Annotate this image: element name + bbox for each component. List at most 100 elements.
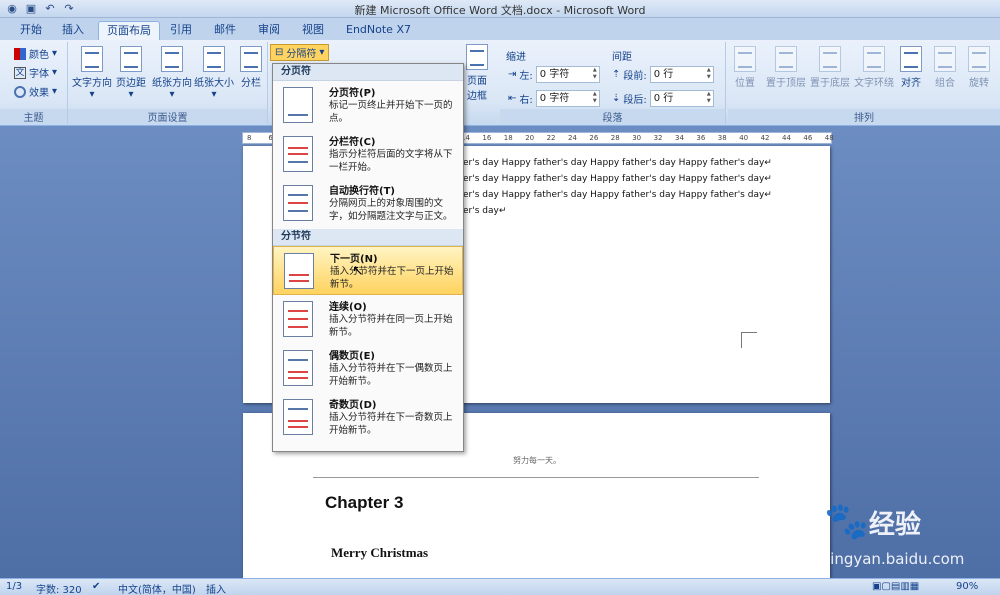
menu-item-desc: 指示分栏符后面的文字将从下一栏开始。 (329, 149, 453, 173)
tab-insert[interactable]: 插入 (54, 21, 92, 40)
tab-home[interactable]: 开始 (12, 21, 50, 40)
menu-item-even-page[interactable]: 偶数页(E) 插入分节符并在下一偶数页上开始新节。 (273, 344, 463, 393)
orientation-label: 纸张方向 (152, 78, 192, 89)
ruler-tick-label: 8 (247, 134, 252, 142)
columns-icon (240, 46, 262, 72)
ruler-tick-label: 16 (482, 134, 492, 142)
tab-review[interactable]: 审阅 (250, 21, 288, 40)
ruler-tick-label: 42 (760, 134, 770, 142)
breaks-dropdown-menu: 分页符 分页符(P) 标记一页终止并开始下一页的点。 分栏符(C) 指示分栏符后… (272, 63, 464, 452)
page-borders-button[interactable]: 页面 边框 (466, 44, 488, 102)
status-page[interactable]: 1/3 (6, 581, 22, 592)
group-themes: 颜色 ▾ 文字体 ▾ 效果 ▾ 主题 (0, 42, 68, 124)
bring-front-button[interactable]: 置于顶层 (766, 46, 806, 89)
group-label-arrange: 排列 (728, 109, 1000, 124)
watermark-brand-jingyan: 经验 (868, 510, 921, 540)
menu-section-section-breaks: 分节符 (273, 229, 463, 246)
orientation-button[interactable]: 纸张方向 ▾ (152, 46, 192, 100)
menu-item-desc: 插入分节符并在下一偶数页上开始新节。 (329, 363, 453, 387)
breaks-icon: ⊟ (275, 47, 284, 58)
proofing-icon[interactable]: ✔ (92, 581, 100, 592)
tab-endnote[interactable]: EndNote X7 (338, 21, 419, 40)
rotate-icon (968, 46, 990, 72)
align-button[interactable]: 对齐 (900, 46, 922, 89)
ruler-tick-label: 28 (610, 134, 620, 142)
status-bar: 1/3 字数: 320 ✔ 中文(简体，中国) 插入 ▣▢▤▥▦ 90% (0, 578, 1000, 595)
group-objects-button[interactable]: 组合 (934, 46, 956, 89)
indent-heading: 缩进 (506, 52, 526, 63)
spacing-after-icon: ⇣ (612, 93, 621, 104)
spacing-heading: 间距 (612, 52, 632, 63)
group-arrange: 位置 置于顶层 置于底层 文字环绕 对齐 组合 旋转 排列 (728, 42, 1000, 124)
align-icon (900, 46, 922, 72)
position-button[interactable]: 位置 (734, 46, 756, 89)
spacing-after-input[interactable]: 0 行 (649, 90, 714, 107)
text-direction-icon (81, 46, 103, 72)
menu-item-text-wrapping-break[interactable]: 自动换行符(T) 分隔网页上的对象周围的文字，如分隔题注文字与正文。 (273, 179, 463, 229)
tab-page-layout[interactable]: 页面布局 (98, 21, 160, 40)
group-label-paragraph: 段落 (500, 109, 725, 124)
page-break-icon (283, 87, 313, 123)
even-page-icon (283, 350, 313, 386)
ruler-tick-label: 34 (675, 134, 684, 142)
zoom-level[interactable]: 90% (956, 581, 978, 592)
menu-item-desc: 标记一页终止并开始下一页的点。 (329, 100, 453, 124)
window-title: 新建 Microsoft Office Word 文档.docx - Micro… (354, 4, 646, 17)
status-language[interactable]: 中文(简体，中国) (118, 581, 196, 595)
menu-section-page-breaks: 分页符 (273, 64, 463, 81)
effects-icon (14, 85, 26, 98)
menu-item-column-break[interactable]: 分栏符(C) 指示分栏符后面的文字将从下一栏开始。 (273, 130, 463, 179)
indent-right-row: ⇤ 右: 0 字符 (508, 90, 600, 107)
wrap-text-button[interactable]: 文字环绕 (854, 46, 894, 89)
menu-item-title: 分栏符(C) (329, 137, 376, 148)
rotate-button[interactable]: 旋转 (968, 46, 990, 89)
wrap-text-label: 文字环绕 (854, 78, 894, 89)
view-buttons-icon[interactable]: ▣▢▤▥▦ (872, 581, 919, 592)
ruler-tick-label: 32 (653, 134, 663, 142)
chapter-heading: Chapter 3 (325, 493, 404, 512)
theme-fonts-button[interactable]: 文字体 ▾ (14, 65, 57, 80)
tab-view[interactable]: 视图 (294, 21, 332, 40)
theme-effects-label: 效果 (29, 88, 49, 99)
columns-button[interactable]: 分栏 (240, 46, 262, 89)
breaks-button[interactable]: ⊟ 分隔符 ▾ (270, 44, 330, 61)
ruler-tick-label: 38 (717, 134, 727, 142)
margins-button[interactable]: 页边距 ▾ (116, 46, 146, 100)
page-borders-label: 页面 (467, 76, 487, 87)
menu-item-page-break[interactable]: 分页符(P) 标记一页终止并开始下一页的点。 (273, 81, 463, 130)
text-direction-button[interactable]: 文字方向 ▾ (72, 46, 112, 100)
title-bar: ◉ ▣ ↶ ↷ 新建 Microsoft Office Word 文档.docx… (0, 0, 1000, 18)
position-icon (734, 46, 756, 72)
menu-item-next-page[interactable]: 下一页(N) 插入分节符并在下一页上开始新节。 ↖ (273, 246, 463, 295)
columns-label: 分栏 (241, 78, 261, 89)
theme-fonts-label: 字体 (29, 69, 49, 80)
group-objects-label: 组合 (935, 78, 955, 89)
margins-label: 页边距 (116, 78, 146, 89)
send-back-button[interactable]: 置于底层 (810, 46, 850, 89)
indent-left-input[interactable]: 0 字符 (535, 66, 600, 83)
tab-references[interactable]: 引用 (162, 21, 200, 40)
spacing-after-row: ⇣ 段后: 0 行 (612, 90, 714, 107)
spacing-before-input[interactable]: 0 行 (649, 66, 714, 83)
send-back-label: 置于底层 (810, 78, 850, 89)
menu-item-title: 偶数页(E) (329, 351, 375, 362)
group-page-setup: 文字方向 ▾ 页边距 ▾ 纸张方向 ▾ 纸张大小 ▾ 分栏 页面设置 (68, 42, 268, 124)
ribbon-tabs: 开始 插入 页面布局 引用 邮件 审阅 视图 EndNote X7 (0, 18, 1000, 40)
group-label-themes: 主题 (0, 109, 67, 124)
tab-mailings[interactable]: 邮件 (206, 21, 244, 40)
theme-colors-button[interactable]: 颜色 ▾ (14, 46, 57, 61)
menu-item-odd-page[interactable]: 奇数页(D) 插入分节符并在下一奇数页上开始新节。 (273, 393, 463, 442)
ruler-tick-label: 46 (803, 134, 813, 142)
odd-page-icon (283, 399, 313, 435)
dropdown-arrow-icon: ▾ (128, 89, 134, 100)
page-borders-icon (466, 44, 488, 70)
indent-left-icon: ⇥ (508, 69, 517, 80)
menu-item-continuous[interactable]: 连续(O) 插入分节符并在同一页上开始新节。 (273, 295, 463, 344)
status-insert-mode[interactable]: 插入 (206, 581, 226, 595)
size-button[interactable]: 纸张大小 ▾ (194, 46, 234, 100)
position-label: 位置 (735, 78, 755, 89)
column-break-icon (283, 136, 313, 172)
status-word-count[interactable]: 字数: 320 (36, 581, 82, 595)
indent-right-input[interactable]: 0 字符 (535, 90, 600, 107)
theme-effects-button[interactable]: 效果 ▾ (14, 84, 57, 99)
